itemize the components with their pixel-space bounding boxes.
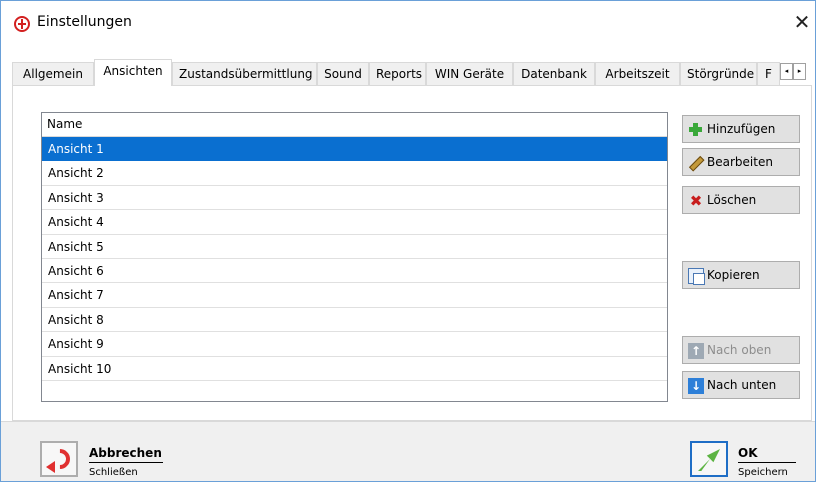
settings-window: Einstellungen ✕ Allgemein Ansichten Zust…: [0, 0, 816, 482]
move-down-button-label: Nach unten: [707, 378, 777, 392]
copy-icon: [688, 268, 705, 285]
ok-divider: [738, 462, 796, 463]
list-item[interactable]: Ansicht 1: [42, 137, 667, 162]
app-logo-icon: [14, 16, 30, 32]
list-item[interactable]: Ansicht 5: [42, 235, 667, 259]
title-bar: Einstellungen ✕: [1, 1, 815, 47]
plus-icon: [688, 122, 704, 138]
list-item[interactable]: Ansicht 9: [42, 332, 667, 357]
ok-subtitle: Speichern: [738, 467, 788, 478]
tab-scroll-right-button[interactable]: ▸: [793, 63, 806, 80]
move-up-button-label: Nach oben: [707, 343, 772, 357]
list-item[interactable]: Ansicht 4: [42, 210, 667, 235]
add-button[interactable]: Hinzufügen: [682, 115, 800, 143]
list-item[interactable]: Ansicht 6: [42, 259, 667, 284]
cancel-button[interactable]: [40, 441, 78, 477]
tab-strip: Allgemein Ansichten Zustandsübermittlung…: [12, 59, 812, 86]
views-list[interactable]: Name Ansicht 1 Ansicht 2 Ansicht 3 Ansic…: [41, 112, 668, 402]
tab-reports[interactable]: Reports: [369, 62, 426, 85]
ansichten-tab-page: Name Ansicht 1 Ansicht 2 Ansicht 3 Ansic…: [12, 85, 812, 421]
list-item[interactable]: Ansicht 2: [42, 161, 667, 186]
list-item[interactable]: Ansicht 8: [42, 308, 667, 333]
pencil-icon: [685, 152, 708, 175]
tab-arbeitszeit[interactable]: Arbeitszeit: [595, 62, 680, 85]
tab-datenbank[interactable]: Datenbank: [513, 62, 595, 85]
tab-zustandsuebermittlung[interactable]: Zustandsübermittlung: [172, 62, 317, 85]
add-button-label: Hinzufügen: [707, 122, 776, 136]
edit-button[interactable]: Bearbeiten: [682, 148, 800, 176]
ok-title[interactable]: OK: [738, 446, 758, 460]
list-item[interactable]: Ansicht 3: [42, 186, 667, 211]
dialog-footer: Abbrechen Schließen OK Speichern: [1, 421, 815, 481]
ok-arrow-icon: [698, 449, 720, 471]
list-item[interactable]: Ansicht 7: [42, 283, 667, 308]
move-down-button[interactable]: ↓ Nach unten: [682, 371, 800, 399]
tab-scroll-left-button[interactable]: ◂: [780, 63, 793, 80]
tab-partial-f[interactable]: F: [757, 62, 780, 85]
ok-button[interactable]: [690, 441, 728, 477]
copy-button[interactable]: Kopieren: [682, 261, 800, 289]
tab-allgemein[interactable]: Allgemein: [12, 62, 94, 85]
window-title: Einstellungen: [37, 14, 132, 30]
arrow-down-icon: ↓: [688, 378, 704, 394]
tab-ansichten[interactable]: Ansichten: [94, 59, 172, 86]
list-column-header-name[interactable]: Name: [42, 113, 667, 137]
cancel-subtitle: Schließen: [89, 467, 138, 478]
cancel-title[interactable]: Abbrechen: [89, 446, 162, 460]
undo-arrow-tip-icon: [46, 461, 55, 473]
tab-stoergruende[interactable]: Störgründe: [680, 62, 757, 85]
delete-x-icon: ✖: [689, 192, 703, 210]
cancel-divider: [89, 462, 163, 463]
move-up-button[interactable]: ↑ Nach oben: [682, 336, 800, 364]
tab-win-geraete[interactable]: WIN Geräte: [426, 62, 513, 85]
tab-sound[interactable]: Sound: [317, 62, 369, 85]
list-item[interactable]: Ansicht 10: [42, 357, 667, 381]
edit-button-label: Bearbeiten: [707, 155, 773, 169]
delete-button-label: Löschen: [707, 193, 757, 207]
close-button[interactable]: ✕: [791, 10, 813, 34]
arrow-up-icon: ↑: [688, 343, 704, 359]
copy-button-label: Kopieren: [707, 268, 760, 282]
delete-button[interactable]: ✖ Löschen: [682, 186, 800, 214]
